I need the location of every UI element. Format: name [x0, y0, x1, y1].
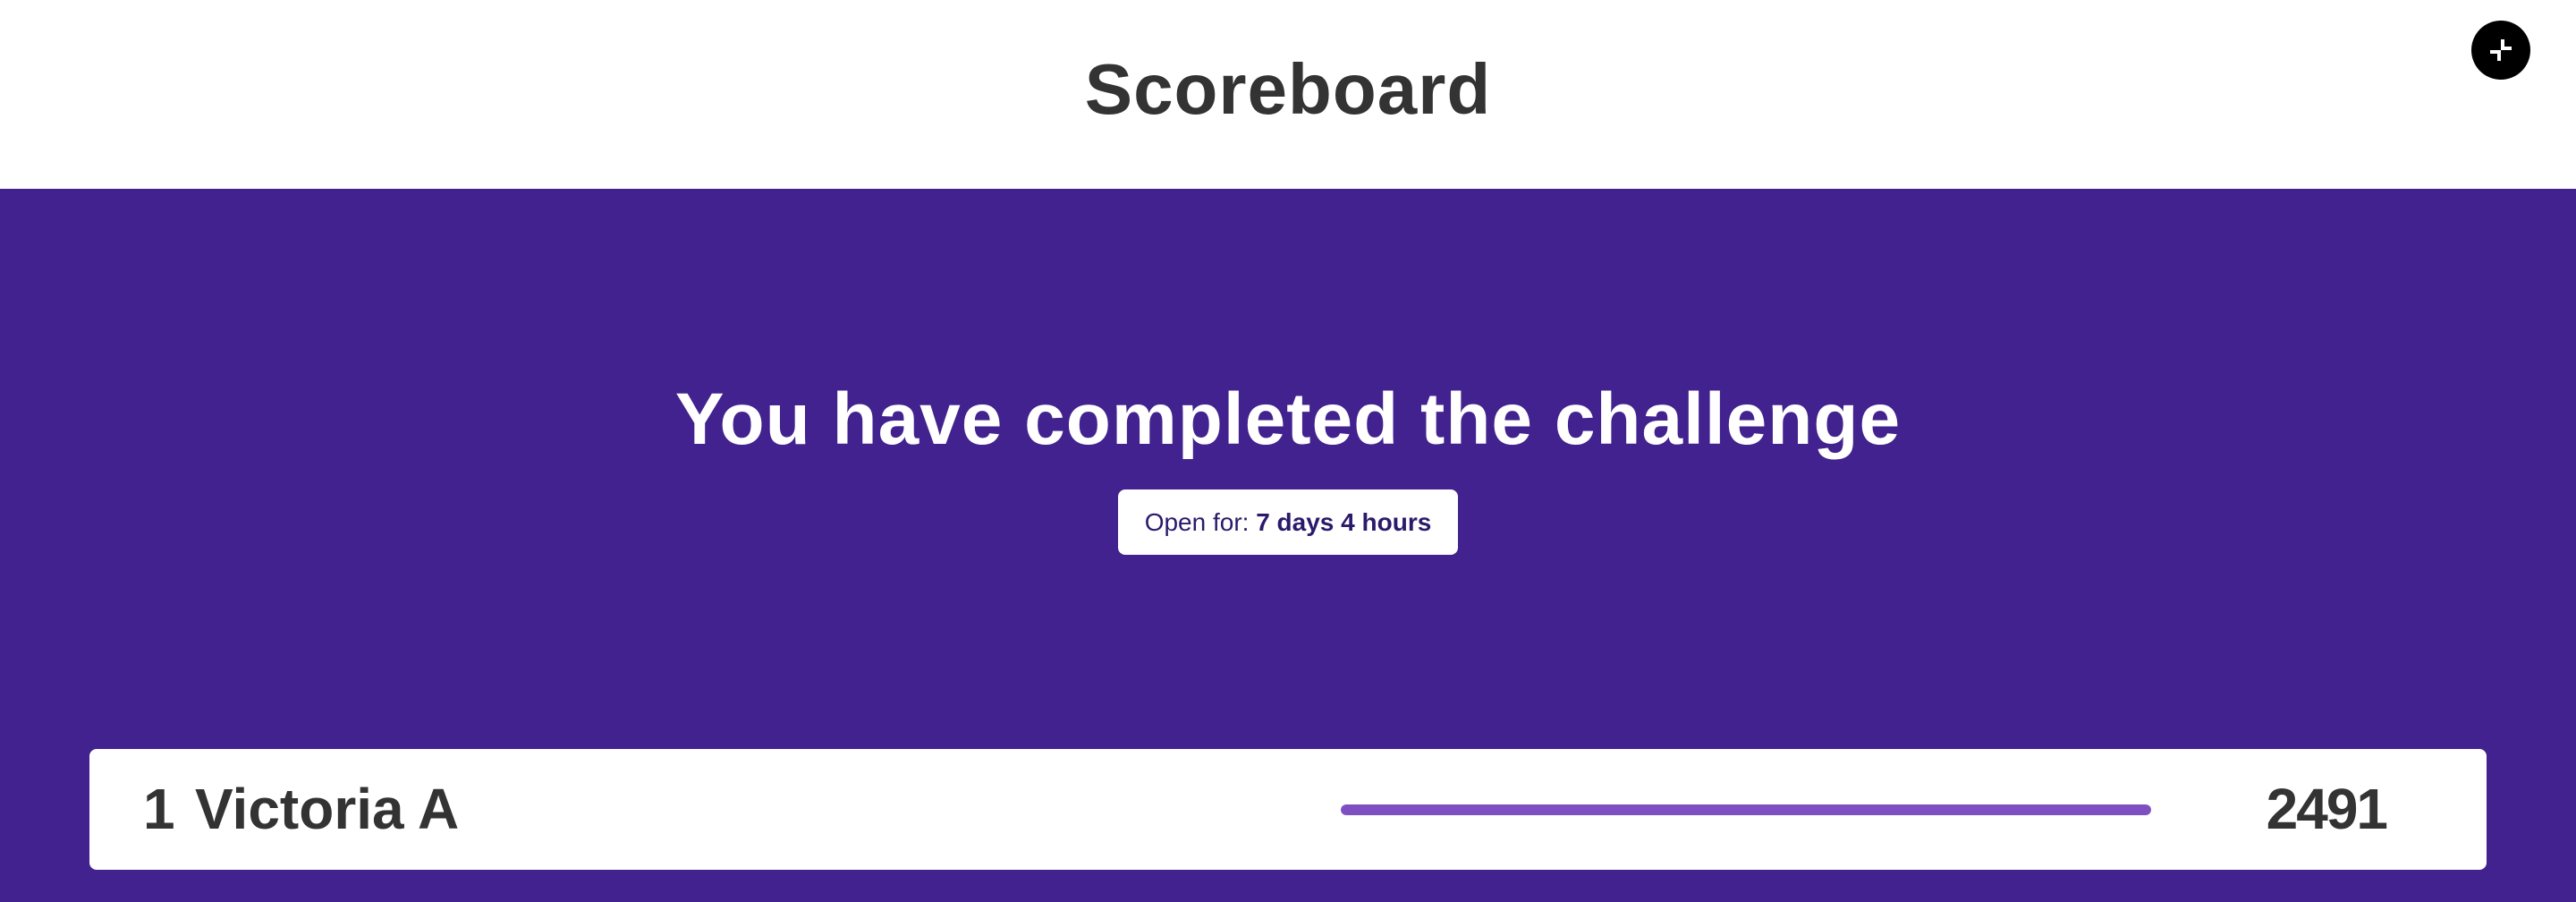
completion-headline: You have completed the challenge [674, 379, 1902, 460]
open-for-value: 7 days 4 hours [1256, 508, 1432, 536]
header-bar: Scoreboard [0, 0, 2576, 189]
player-score: 2491 [2266, 777, 2388, 841]
scoreboard-main: You have completed the challenge Open fo… [0, 189, 2576, 902]
exit-fullscreen-icon [2490, 39, 2512, 61]
player-rank: 1 [143, 777, 175, 841]
open-for-badge: Open for: 7 days 4 hours [1118, 489, 1458, 555]
open-for-label: Open for: [1144, 508, 1250, 536]
player-name: Victoria A [195, 777, 460, 841]
score-progress-fill [1341, 804, 2151, 815]
leaderboard-row: 1 Victoria A 2491 [89, 749, 2487, 870]
score-progress-bar [1341, 804, 2151, 815]
page-title: Scoreboard [1084, 49, 1492, 129]
exit-fullscreen-button[interactable] [2471, 21, 2530, 80]
